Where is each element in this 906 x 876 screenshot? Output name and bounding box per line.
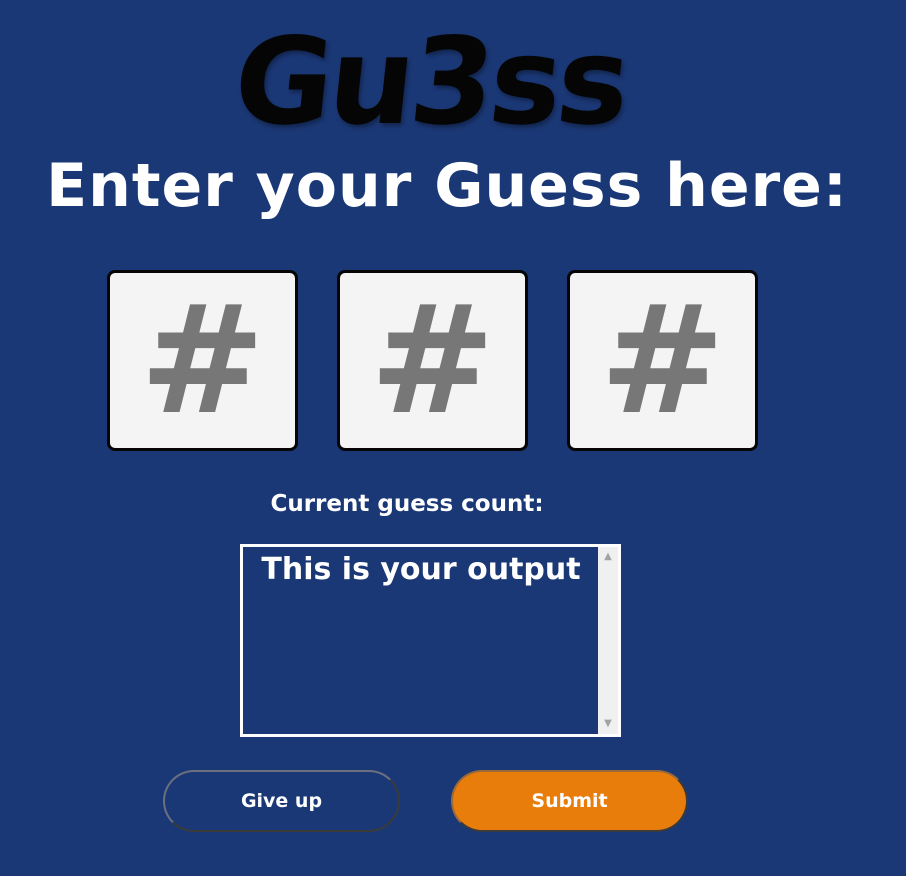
output-scrollbar[interactable]: ▲ ▼ [598, 547, 618, 734]
output-box[interactable]: This is your output ▲ ▼ [240, 544, 621, 737]
output-text: This is your output [261, 552, 581, 587]
guess-count-label: Current guess count: [270, 491, 544, 517]
app-logo: Gu3ss [227, 13, 633, 152]
submit-button[interactable]: Submit [451, 770, 688, 832]
guess-digit-3-input[interactable] [567, 270, 758, 451]
page-title: Enter your Guess here: [46, 151, 848, 221]
scroll-up-arrow-icon[interactable]: ▲ [598, 547, 618, 567]
guess-digit-1-input[interactable] [107, 270, 298, 451]
give-up-button[interactable]: Give up [163, 770, 400, 832]
scroll-down-arrow-icon[interactable]: ▼ [598, 714, 618, 734]
game-page: Gu3ss Enter your Guess here: Current gue… [0, 0, 906, 876]
guess-digit-2-input[interactable] [337, 270, 528, 451]
